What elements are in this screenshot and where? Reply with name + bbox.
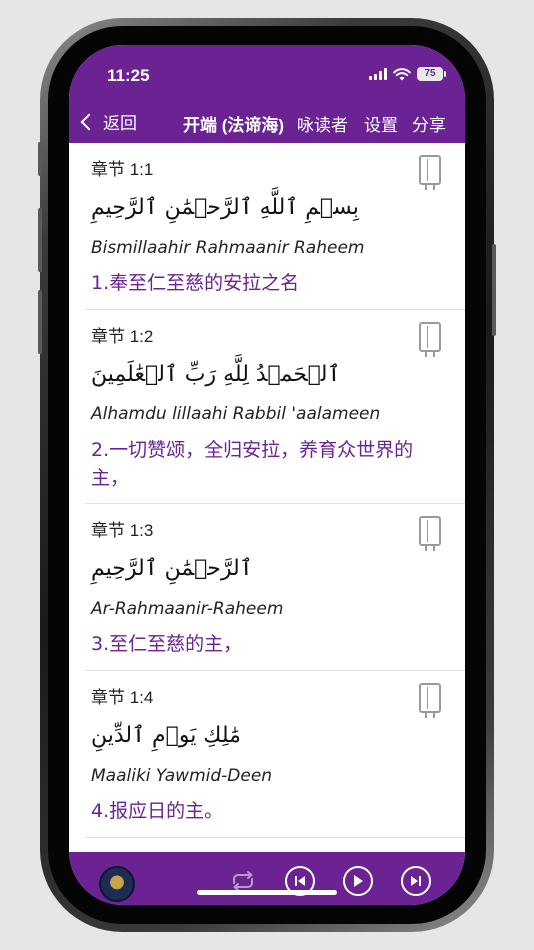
verse-number: 章节 1:1 <box>91 160 154 179</box>
verse-arabic: ٱلۡحَمۡدُ لِلَّهِ رَبِّ ٱلۡعَٰلَمِينَ <box>91 362 341 387</box>
audio-player-bar <box>69 852 465 905</box>
app-screen: 11:25 75 返回 开端 (法谛海) 咏读者 设置 分享 章节 1:1 بِ… <box>69 45 465 905</box>
verse-transliteration: Ar-Rahmaanir-Raheem <box>91 599 284 619</box>
cellular-signal-icon <box>369 68 387 80</box>
verse-translation: 3.至仁至慈的主， <box>91 633 243 655</box>
verse-arabic: بِسۡمِ ٱللَّهِ ٱلرَّحۡمَٰنِ ٱلرَّحِيمِ <box>91 195 359 220</box>
verse-item[interactable]: 章节 1:3 ٱلرَّحۡمَٰنِ ٱلرَّحِيمِ Ar-Rahmaa… <box>85 504 465 671</box>
play-icon <box>354 875 363 887</box>
repeat-icon[interactable] <box>229 870 257 892</box>
chevron-left-icon <box>80 113 98 130</box>
verse-translation: 1.奉至仁至慈的安拉之名 <box>91 272 300 294</box>
verse-transliteration: Alhamdu lillaahi Rabbil 'aalameen <box>91 404 381 424</box>
share-button[interactable]: 分享 <box>412 111 446 136</box>
next-button[interactable] <box>401 866 431 896</box>
verse-list[interactable]: 章节 1:1 بِسۡمِ ٱللَّهِ ٱلرَّحۡمَٰنِ ٱلرَّ… <box>69 143 465 852</box>
verse-translation: 2.一切赞颂，全归安拉，养育众世界的主， <box>91 439 414 489</box>
power-button <box>492 244 496 336</box>
chapter-title: 开端 (法谛海) <box>183 116 285 135</box>
silent-switch <box>38 142 42 176</box>
battery-icon: 75 <box>417 67 446 81</box>
skip-previous-icon <box>295 876 305 886</box>
status-icons: 75 <box>369 67 446 81</box>
verse-item[interactable]: 章节 1:4 مَٰلِكِ يَوۡمِ ٱلدِّينِ Maaliki Y… <box>85 671 465 838</box>
reciter-button[interactable]: 咏读者 <box>297 111 348 136</box>
verse-item[interactable]: 章节 1:2 ٱلۡحَمۡدُ لِلَّهِ رَبِّ ٱلۡعَٰلَم… <box>85 310 465 504</box>
settings-button[interactable]: 设置 <box>364 111 398 136</box>
status-time: 11:25 <box>107 66 150 85</box>
verse-number: 章节 1:4 <box>91 688 154 707</box>
back-button[interactable]: 返回 <box>79 109 137 134</box>
verse-transliteration: Bismillaahir Rahmaanir Raheem <box>91 238 365 258</box>
volume-down-button <box>38 290 42 354</box>
home-indicator[interactable] <box>197 890 337 895</box>
book-icon[interactable] <box>419 155 441 190</box>
verse-transliteration: Maaliki Yawmid-Deen <box>91 766 273 786</box>
verse-number: 章节 1:2 <box>91 327 154 346</box>
verse-arabic: ٱلرَّحۡمَٰنِ ٱلرَّحِيمِ <box>91 556 253 581</box>
verse-translation: 4.报应日的主。 <box>91 800 224 822</box>
reciter-avatar[interactable] <box>99 866 135 902</box>
play-button[interactable] <box>343 866 373 896</box>
navigation-bar: 返回 开端 (法谛海) 咏读者 设置 分享 <box>69 101 465 143</box>
book-icon[interactable] <box>419 322 441 357</box>
verse-number: 章节 1:3 <box>91 521 154 540</box>
skip-next-icon <box>411 876 421 886</box>
status-bar: 11:25 75 <box>69 45 465 101</box>
back-label: 返回 <box>103 114 137 133</box>
book-icon[interactable] <box>419 683 441 718</box>
volume-up-button <box>38 208 42 272</box>
verse-arabic: مَٰلِكِ يَوۡمِ ٱلدِّينِ <box>91 723 241 748</box>
book-icon[interactable] <box>419 516 441 551</box>
wifi-icon <box>393 67 411 80</box>
verse-item[interactable]: 章节 1:1 بِسۡمِ ٱللَّهِ ٱلرَّحۡمَٰنِ ٱلرَّ… <box>85 143 465 310</box>
